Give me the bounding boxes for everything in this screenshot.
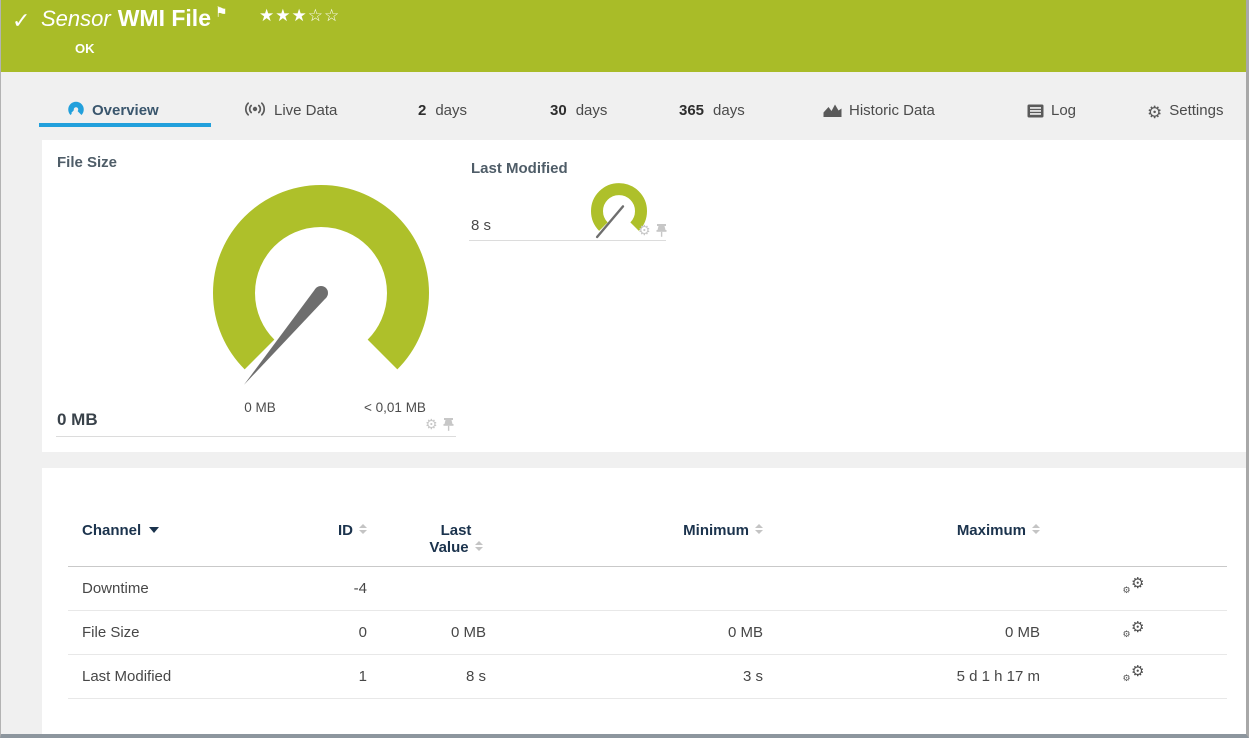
tab-live-data[interactable]: Live Data	[243, 98, 337, 124]
tab-log[interactable]: Log	[1027, 98, 1076, 124]
table-row: File Size 0 0 MB 0 MB 0 MB ⚙ ⚙	[68, 610, 1227, 655]
channel-settings-gears-icon[interactable]: ⚙ ⚙	[1123, 619, 1145, 640]
status-ok-check-icon: ✓	[12, 8, 31, 33]
column-header-last-value[interactable]: Last Value	[367, 522, 486, 567]
sensor-status-text: OK	[75, 41, 95, 56]
object-kind-label: Sensor	[41, 6, 111, 31]
historic-chart-icon	[823, 101, 842, 127]
sort-desc-icon	[149, 527, 160, 533]
channel-last-value: 8 s	[367, 654, 486, 699]
channel-table: Channel ID Last Value Minimum Maximum Do…	[68, 522, 1227, 699]
channel-maximum: 5 d 1 h 17 m	[763, 654, 1040, 699]
channel-last-value	[367, 566, 486, 611]
file-size-gauge-title: File Size	[57, 154, 118, 171]
active-tab-indicator	[39, 123, 211, 127]
sort-icon[interactable]	[359, 524, 367, 534]
channel-minimum: 0 MB	[486, 610, 763, 655]
column-header-id[interactable]: ID	[298, 522, 367, 567]
divider	[56, 436, 456, 437]
pin-icon[interactable]	[443, 417, 454, 431]
tab-2-days-label: days	[435, 102, 468, 119]
tab-30-days-label: days	[575, 102, 608, 119]
gauges-panel: File Size 0 MB < 0,01 MB 0 MB ⚙ Last Mod…	[42, 140, 1246, 452]
file-size-gauge-min-label: 0 MB	[244, 400, 276, 415]
channel-minimum: 3 s	[486, 654, 763, 699]
channel-id: 0	[298, 610, 367, 655]
tab-2-days[interactable]: 2 days	[418, 98, 467, 124]
tab-overview[interactable]: Overview	[67, 98, 159, 124]
column-header-maximum[interactable]: Maximum	[763, 522, 1040, 567]
pin-icon[interactable]	[656, 223, 667, 237]
channel-settings-gears-icon[interactable]: ⚙ ⚙	[1123, 575, 1145, 596]
column-header-channel[interactable]: Channel	[68, 522, 298, 567]
channel-id: -4	[298, 566, 367, 611]
tab-365-days[interactable]: 365 days	[679, 98, 745, 124]
last-modified-gauge-title: Last Modified	[471, 160, 568, 177]
channel-settings-gears-icon[interactable]: ⚙ ⚙	[1123, 663, 1145, 684]
gear-icon[interactable]: ⚙	[425, 417, 438, 431]
channel-name: File Size	[68, 610, 298, 655]
sensor-title: Sensor WMI File ⚑	[41, 4, 228, 32]
channel-last-value: 0 MB	[367, 610, 486, 655]
tab-365-days-label: days	[713, 102, 745, 119]
tab-overview-label: Overview	[92, 102, 159, 119]
tab-30-days-number: 30	[550, 102, 567, 119]
sensor-title-bar: ✓ Sensor WMI File ⚑ ★★★☆☆ OK	[1, 0, 1246, 72]
last-modified-gauge	[591, 183, 647, 239]
flag-icon[interactable]: ⚑	[215, 4, 228, 20]
tab-historic-data[interactable]: Historic Data	[823, 98, 935, 124]
settings-gear-icon: ⚙	[1147, 103, 1163, 122]
column-header-minimum[interactable]: Minimum	[486, 522, 763, 567]
gear-icon[interactable]: ⚙	[638, 223, 651, 237]
priority-star-rating[interactable]: ★★★☆☆	[259, 6, 340, 26]
file-size-gauge-max-label: < 0,01 MB	[364, 400, 426, 415]
sensor-page: ✓ Sensor WMI File ⚑ ★★★☆☆ OK Overview Li…	[0, 0, 1249, 738]
table-row: Downtime -4 ⚙ ⚙	[68, 566, 1227, 611]
tab-365-days-number: 365	[679, 102, 705, 119]
log-icon	[1027, 101, 1044, 127]
tab-settings[interactable]: ⚙ Settings	[1147, 98, 1223, 124]
channel-name: Downtime	[68, 566, 298, 611]
sort-icon[interactable]	[474, 541, 483, 551]
last-modified-current-value: 8 s	[471, 217, 492, 234]
channel-table-header-row: Channel ID Last Value Minimum Maximum	[68, 522, 1227, 567]
tab-settings-label: Settings	[1169, 102, 1224, 119]
channel-table-panel: Channel ID Last Value Minimum Maximum Do…	[42, 468, 1246, 734]
file-size-gauge	[213, 185, 429, 385]
channel-maximum: 0 MB	[763, 610, 1040, 655]
table-row: Last Modified 1 8 s 3 s 5 d 1 h 17 m ⚙ ⚙	[68, 654, 1227, 699]
sort-icon[interactable]	[755, 524, 763, 534]
channel-id: 1	[298, 654, 367, 699]
channel-name: Last Modified	[68, 654, 298, 699]
divider	[469, 240, 666, 241]
sensor-name: WMI File	[117, 5, 211, 31]
column-header-actions	[1040, 522, 1227, 567]
tab-2-days-number: 2	[418, 102, 427, 119]
file-size-gauge-tools: ⚙	[425, 417, 454, 431]
sort-icon[interactable]	[1032, 524, 1040, 534]
live-data-icon	[243, 100, 267, 127]
tab-historic-data-label: Historic Data	[849, 102, 935, 119]
tab-live-data-label: Live Data	[274, 102, 338, 119]
channel-maximum	[763, 566, 1040, 611]
channel-minimum	[486, 566, 763, 611]
tab-30-days[interactable]: 30 days	[550, 98, 607, 124]
tab-log-label: Log	[1051, 102, 1077, 119]
file-size-current-value: 0 MB	[57, 410, 98, 429]
last-modified-gauge-tools: ⚙	[638, 223, 667, 237]
